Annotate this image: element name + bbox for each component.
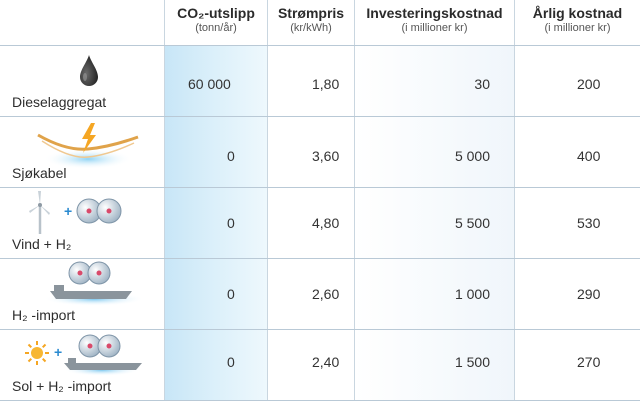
header-row: CO₂-utslipp (tonn/år) Strømpris (kr/kWh)… [0, 0, 640, 46]
header-title: Strømpris [277, 5, 345, 21]
row-label: H₂ -import [12, 307, 75, 323]
plus-icon: + [54, 344, 63, 360]
row-label: Sjøkabel [12, 165, 67, 181]
hydrogen-ship-icon [44, 261, 144, 306]
header-investment: Investeringskostnad (i millioner kr) [355, 0, 514, 45]
co2-value: 60 000 [188, 76, 231, 92]
hydrogen-ship-icon [64, 334, 142, 376]
row-label: Sol + H₂ -import [12, 378, 112, 394]
header-co2: CO₂-utslipp (tonn/år) [165, 0, 267, 45]
header-unit: (kr/kWh) [290, 22, 332, 34]
price-value: 2,60 [312, 286, 340, 302]
table-row: Dieselaggregat 60 000 1,80 30 200 [0, 46, 640, 117]
comparison-table: CO₂-utslipp (tonn/år) Strømpris (kr/kWh)… [0, 0, 640, 407]
price-value: 1,80 [312, 76, 340, 92]
header-unit: (tonn/år) [195, 22, 237, 34]
row-label: Vind + H₂ [12, 236, 72, 252]
investment-value: 30 [474, 76, 490, 92]
table-row: + Sol + H₂ -import 0 2,40 1 500 270 [0, 330, 640, 401]
plus-icon: + [64, 203, 73, 219]
co2-value: 0 [227, 148, 235, 164]
table-row: + Vind + H₂ 0 4,80 5 500 530 [0, 188, 640, 259]
header-title: CO₂-utslipp [177, 5, 255, 21]
investment-value: 1 500 [454, 354, 490, 370]
sun-icon [25, 341, 49, 365]
investment-value: 5 000 [454, 148, 490, 164]
price-value: 2,40 [312, 354, 340, 370]
header-unit: (i millioner kr) [544, 22, 611, 34]
annual-value: 270 [577, 354, 601, 370]
oil-drop-icon [80, 55, 98, 86]
annual-value: 400 [577, 148, 601, 164]
header-title: Investeringskostnad [366, 5, 503, 21]
annual-value: 200 [577, 76, 601, 92]
price-value: 3,60 [312, 148, 340, 164]
co2-value: 0 [227, 215, 235, 231]
price-value: 4,80 [312, 215, 340, 231]
investment-value: 5 500 [454, 215, 490, 231]
annual-value: 290 [577, 286, 601, 302]
header-unit: (i millioner kr) [401, 22, 468, 34]
annual-value: 530 [577, 215, 601, 231]
sea-cable-icon [37, 123, 139, 169]
table-row: H₂ -import 0 2,60 1 000 290 [0, 259, 640, 330]
wind-turbine-icon [29, 191, 50, 234]
header-annual: Årlig kostnad (i millioner kr) [515, 0, 640, 45]
investment-value: 1 000 [454, 286, 490, 302]
table-row: Sjøkabel 0 3,60 5 000 400 [0, 117, 640, 188]
header-title: Årlig kostnad [532, 5, 623, 21]
header-price: Strømpris (kr/kWh) [268, 0, 354, 45]
co2-value: 0 [227, 286, 235, 302]
row-label: Dieselaggregat [12, 94, 107, 110]
hydrogen-molecule-icon [76, 198, 122, 224]
co2-value: 0 [227, 354, 235, 370]
